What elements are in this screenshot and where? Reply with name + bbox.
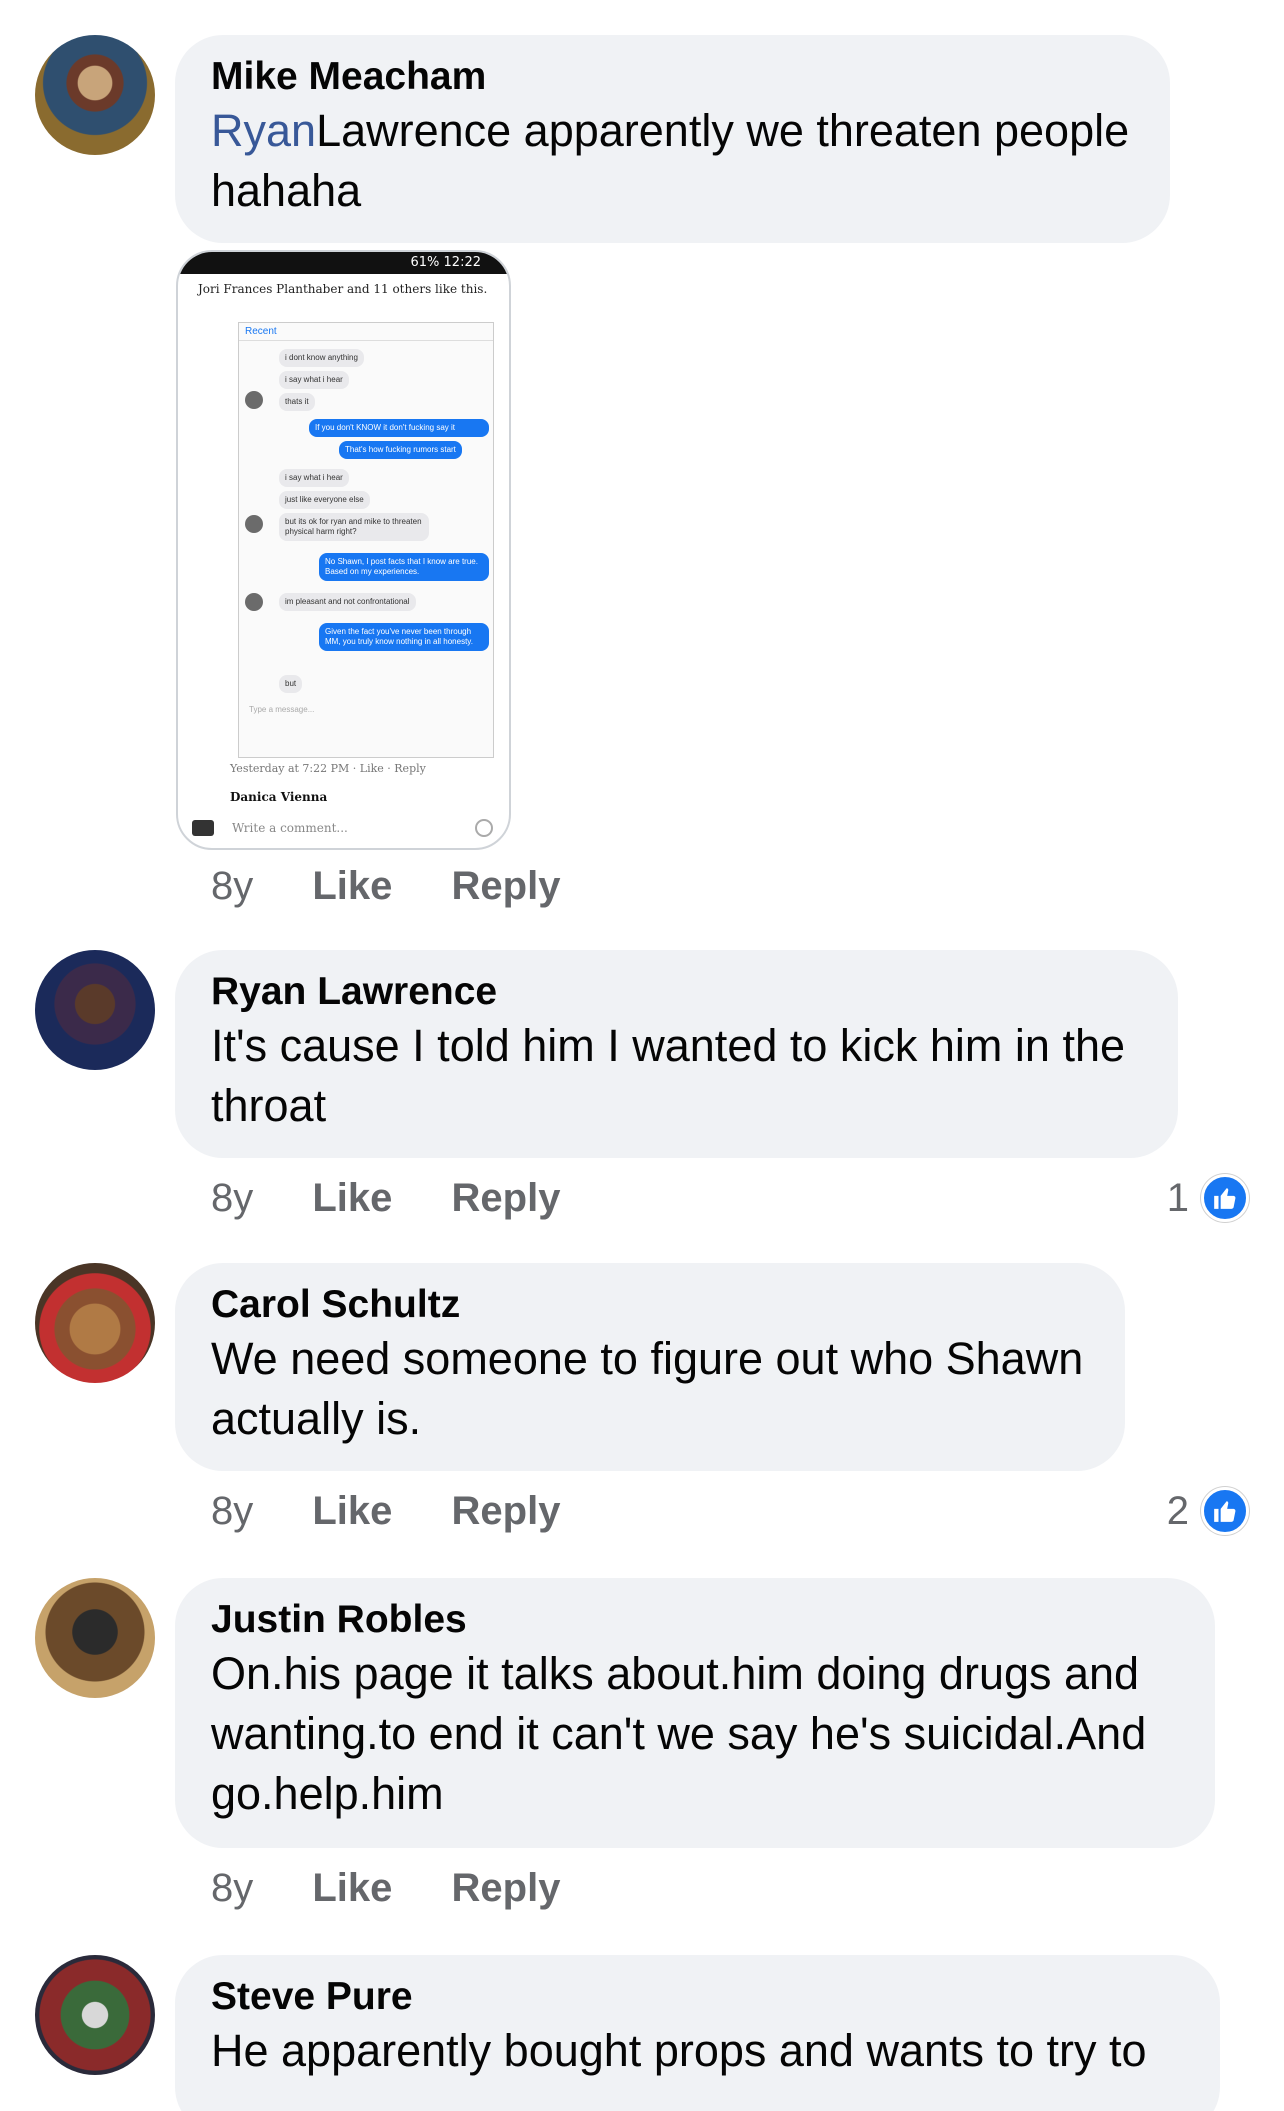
message: i dont know anything [279,349,364,367]
like-button[interactable]: Like [312,1172,392,1224]
avatar [245,593,263,611]
author-name[interactable]: Ryan Lawrence [211,968,1142,1016]
author-name[interactable]: Steve Pure [211,1973,1184,2021]
next-author: Danica Vienna [230,790,328,804]
timestamp[interactable]: 8y [211,1485,253,1537]
avatar[interactable] [35,35,155,155]
like-button[interactable]: Like [312,1862,392,1914]
write-comment-field: Write a comment... [192,814,497,842]
reply-button[interactable]: Reply [452,1862,561,1914]
like-reaction-icon [1201,1487,1249,1535]
timestamp[interactable]: 8y [211,860,253,912]
smiley-icon [475,819,493,837]
author-name[interactable]: Justin Robles [211,1596,1179,1644]
comment-actions: 8y Like Reply [211,1172,608,1224]
avatar [245,391,263,409]
message: but its ok for ryan and mike to threaten… [279,513,429,541]
comment-actions: 8y Like Reply [211,1862,608,1914]
avatar[interactable] [35,1955,155,2075]
message: im pleasant and not confrontational [279,593,416,611]
comment-text: It's cause I told him I wanted to kick h… [211,1020,1125,1131]
avatar[interactable] [35,950,155,1070]
attachment-meta: Yesterday at 7:22 PM · Like · Reply [230,762,426,775]
message: thats it [279,393,315,411]
comment-text: He apparently bought props and wants to … [211,2025,1147,2076]
messenger-view: Recent i dont know anything i say what i… [238,322,494,758]
reply-button[interactable]: Reply [452,1485,561,1537]
comment-text: RyanLawrence apparently we threaten peop… [211,101,1134,221]
comment-bubble: Ryan Lawrence It's cause I told him I wa… [175,950,1178,1158]
comment-actions: 8y Like Reply [211,860,608,912]
reaction-count: 2 [1166,1488,1189,1533]
attached-screenshot[interactable]: 61% 12:22 Jori Frances Planthaber and 11… [176,250,511,850]
avatar[interactable] [35,1263,155,1383]
author-name[interactable]: Carol Schultz [211,1281,1089,1329]
reaction-summary[interactable]: 2 [1167,1485,1249,1537]
message: i say what i hear [279,371,349,389]
comment-bubble: Justin Robles On.his page it talks about… [175,1578,1215,1848]
reply-button[interactable]: Reply [452,860,561,912]
message: just like everyone else [279,491,370,509]
likes-line: Jori Frances Planthaber and 11 others li… [198,282,488,296]
timestamp[interactable]: 8y [211,1172,253,1224]
comment-body: Lawrence apparently we threaten people h… [211,105,1130,216]
reaction-summary[interactable]: 1 [1167,1172,1249,1224]
message: That's how fucking rumors start [339,441,462,459]
comment-actions: 8y Like Reply [211,1485,608,1537]
reaction-count: 1 [1166,1175,1189,1220]
camera-icon [192,820,214,836]
mention-link[interactable]: Ryan [211,105,316,156]
comment-text: We need someone to figure out who Shawn … [211,1333,1084,1444]
like-button[interactable]: Like [312,860,392,912]
avatar[interactable] [35,1578,155,1698]
comment-bubble: Mike Meacham RyanLawrence apparently we … [175,35,1170,243]
recent-back: Recent [239,323,493,341]
avatar [245,515,263,533]
message: Given the fact you've never been through… [319,623,489,651]
timestamp[interactable]: 8y [211,1862,253,1914]
message: but [279,675,303,693]
reply-button[interactable]: Reply [452,1172,561,1224]
message-input: Type a message... [249,705,315,714]
comment-text: On.his page it talks about.him doing dru… [211,1648,1147,1819]
status-bar: 61% 12:22 [178,252,509,274]
message: If you don't KNOW it don't fucking say i… [309,419,489,437]
author-name[interactable]: Mike Meacham [211,53,1134,101]
comment-bubble: Steve Pure He apparently bought props an… [175,1955,1220,2111]
message: i say what i hear [279,469,349,487]
message: No Shawn, I post facts that I know are t… [319,553,489,581]
like-reaction-icon [1201,1174,1249,1222]
like-button[interactable]: Like [312,1485,392,1537]
comment-bubble: Carol Schultz We need someone to figure … [175,1263,1125,1471]
